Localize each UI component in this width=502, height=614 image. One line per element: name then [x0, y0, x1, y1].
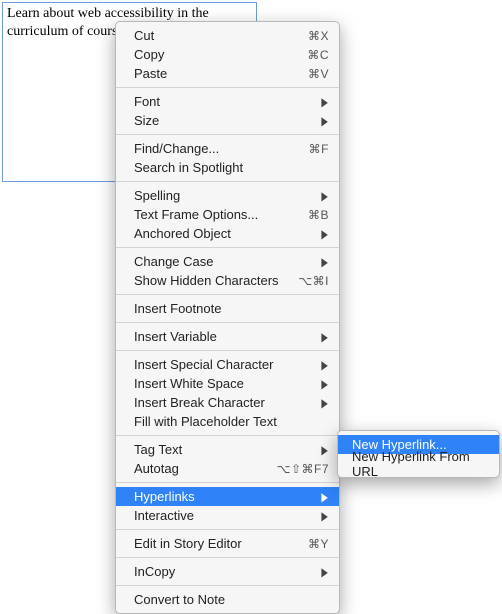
context-menu: Cut ⌘X Copy ⌘C Paste ⌘V Font ▶ Size ▶ Find/Change.…: [115, 21, 340, 614]
menu-separator: [116, 585, 339, 586]
menu-paste-label: Paste: [134, 66, 300, 81]
menu-fill-placeholder[interactable]: Fill with Placeholder Text: [116, 412, 339, 431]
menu-text-frame-options[interactable]: Text Frame Options... ⌘B: [116, 205, 339, 224]
menu-show-hidden-chars-shortcut: ⌥⌘I: [298, 274, 329, 288]
menu-cut-shortcut: ⌘X: [308, 29, 329, 43]
menu-separator: [116, 134, 339, 135]
menu-interactive[interactable]: Interactive ▶: [116, 506, 339, 525]
menu-autotag-label: Autotag: [134, 461, 269, 476]
chevron-right-icon: ▶: [321, 115, 327, 127]
menu-copy-label: Copy: [134, 47, 299, 62]
menu-hyperlinks-label: Hyperlinks: [134, 489, 314, 504]
menu-paste[interactable]: Paste ⌘V: [116, 64, 339, 83]
menu-separator: [116, 247, 339, 248]
menu-font-label: Font: [134, 94, 314, 109]
chevron-right-icon: ▶: [321, 96, 327, 108]
menu-insert-special-char[interactable]: Insert Special Character ▶: [116, 355, 339, 374]
chevron-right-icon: ▶: [321, 566, 327, 578]
chevron-right-icon: ▶: [321, 190, 327, 202]
menu-separator: [116, 482, 339, 483]
menu-text-frame-options-label: Text Frame Options...: [134, 207, 300, 222]
menu-change-case[interactable]: Change Case ▶: [116, 252, 339, 271]
menu-cut[interactable]: Cut ⌘X: [116, 26, 339, 45]
chevron-right-icon: ▶: [321, 510, 327, 522]
menu-change-case-label: Change Case: [134, 254, 314, 269]
menu-paste-shortcut: ⌘V: [308, 67, 329, 81]
menu-separator: [116, 529, 339, 530]
menu-insert-variable[interactable]: Insert Variable ▶: [116, 327, 339, 346]
menu-edit-story-editor-label: Edit in Story Editor: [134, 536, 300, 551]
menu-tag-text[interactable]: Tag Text ▶: [116, 440, 339, 459]
menu-insert-white-space[interactable]: Insert White Space ▶: [116, 374, 339, 393]
menu-separator: [116, 435, 339, 436]
menu-edit-story-editor-shortcut: ⌘Y: [308, 537, 329, 551]
chevron-right-icon: ▶: [321, 331, 327, 343]
menu-convert-to-note-label: Convert to Note: [134, 592, 329, 607]
menu-spelling-label: Spelling: [134, 188, 314, 203]
menu-autotag[interactable]: Autotag ⌥⇧⌘F7: [116, 459, 339, 478]
menu-separator: [116, 350, 339, 351]
menu-interactive-label: Interactive: [134, 508, 314, 523]
menu-find-change-shortcut: ⌘F: [309, 142, 329, 156]
menu-hyperlinks[interactable]: Hyperlinks ▶: [116, 487, 339, 506]
submenu-new-hyperlink-url-label: New Hyperlink From URL: [352, 449, 489, 479]
menu-copy[interactable]: Copy ⌘C: [116, 45, 339, 64]
menu-search-spotlight-label: Search in Spotlight: [134, 160, 329, 175]
submenu-new-hyperlink-url[interactable]: New Hyperlink From URL: [338, 454, 499, 473]
menu-fill-placeholder-label: Fill with Placeholder Text: [134, 414, 329, 429]
menu-anchored-object[interactable]: Anchored Object ▶: [116, 224, 339, 243]
menu-incopy[interactable]: InCopy ▶: [116, 562, 339, 581]
menu-show-hidden-chars-label: Show Hidden Characters: [134, 273, 290, 288]
chevron-right-icon: ▶: [321, 444, 327, 456]
menu-separator: [116, 87, 339, 88]
menu-font[interactable]: Font ▶: [116, 92, 339, 111]
menu-separator: [116, 181, 339, 182]
menu-insert-break-char[interactable]: Insert Break Character ▶: [116, 393, 339, 412]
menu-convert-to-note[interactable]: Convert to Note: [116, 590, 339, 609]
menu-separator: [116, 294, 339, 295]
menu-search-spotlight[interactable]: Search in Spotlight: [116, 158, 339, 177]
menu-size-label: Size: [134, 113, 314, 128]
menu-size[interactable]: Size ▶: [116, 111, 339, 130]
menu-insert-variable-label: Insert Variable: [134, 329, 314, 344]
menu-cut-label: Cut: [134, 28, 300, 43]
menu-text-frame-options-shortcut: ⌘B: [308, 208, 329, 222]
chevron-right-icon: ▶: [321, 359, 327, 371]
menu-copy-shortcut: ⌘C: [307, 48, 329, 62]
hyperlinks-submenu: New Hyperlink...New Hyperlink From URL: [337, 430, 500, 478]
menu-spelling[interactable]: Spelling ▶: [116, 186, 339, 205]
chevron-right-icon: ▶: [321, 228, 327, 240]
menu-insert-special-char-label: Insert Special Character: [134, 357, 314, 372]
menu-insert-break-char-label: Insert Break Character: [134, 395, 314, 410]
menu-anchored-object-label: Anchored Object: [134, 226, 314, 241]
menu-find-change[interactable]: Find/Change... ⌘F: [116, 139, 339, 158]
menu-separator: [116, 322, 339, 323]
menu-find-change-label: Find/Change...: [134, 141, 301, 156]
menu-insert-white-space-label: Insert White Space: [134, 376, 314, 391]
menu-insert-footnote-label: Insert Footnote: [134, 301, 329, 316]
chevron-right-icon: ▶: [321, 491, 327, 503]
chevron-right-icon: ▶: [321, 378, 327, 390]
menu-autotag-shortcut: ⌥⇧⌘F7: [277, 462, 329, 476]
menu-edit-story-editor[interactable]: Edit in Story Editor ⌘Y: [116, 534, 339, 553]
chevron-right-icon: ▶: [321, 256, 327, 268]
chevron-right-icon: ▶: [321, 397, 327, 409]
menu-show-hidden-chars[interactable]: Show Hidden Characters ⌥⌘I: [116, 271, 339, 290]
menu-insert-footnote[interactable]: Insert Footnote: [116, 299, 339, 318]
menu-tag-text-label: Tag Text: [134, 442, 314, 457]
menu-incopy-label: InCopy: [134, 564, 314, 579]
